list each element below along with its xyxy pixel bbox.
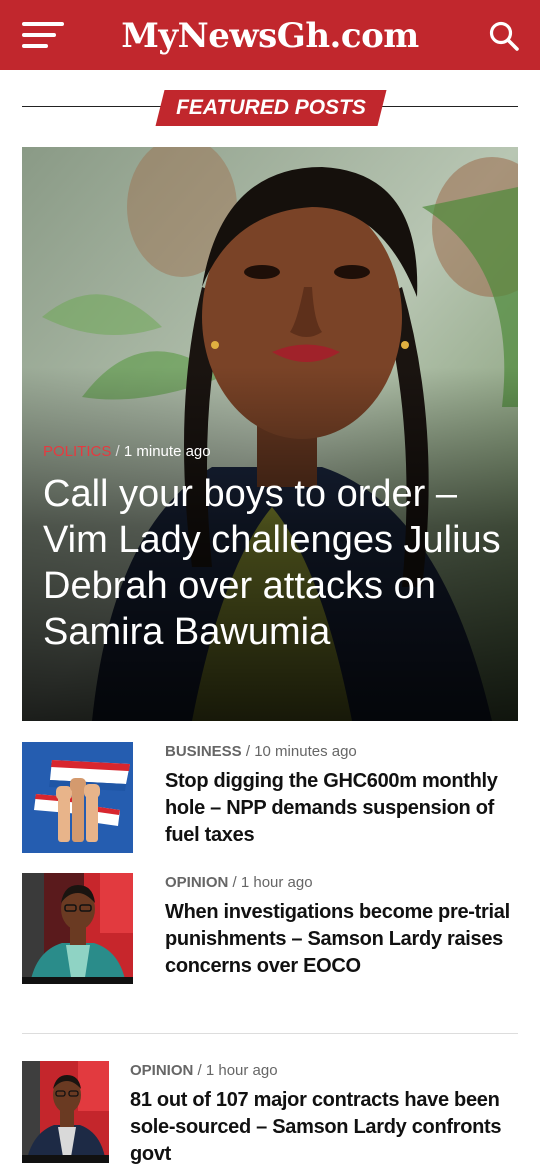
top-header: MyNewsGh.com: [0, 0, 540, 70]
hero-title[interactable]: Call your boys to order – Vim Lady chall…: [43, 471, 503, 655]
post-meta-separator: /: [232, 874, 237, 891]
hero-time: 1 minute ago: [123, 443, 211, 460]
post-thumbnail-npp-fists: [22, 742, 133, 853]
post-body: OPINION / 1 hour ago When investigations…: [165, 873, 518, 980]
post-body: BUSINESS / 10 minutes ago Stop digging t…: [165, 742, 518, 849]
logo-text: MyNewsGh.com: [121, 16, 419, 56]
post-meta: OPINION / 1 hour ago: [130, 1061, 518, 1081]
hero-meta-separator: /: [115, 443, 120, 460]
post-category[interactable]: OPINION: [165, 874, 228, 891]
post-item[interactable]: BUSINESS / 10 minutes ago Stop digging t…: [22, 742, 518, 854]
post-meta: OPINION / 1 hour ago: [165, 873, 518, 893]
hero-meta: POLITICS / 1 minute ago: [43, 443, 211, 460]
post-title[interactable]: When investigations become pre-trial pun…: [165, 899, 518, 980]
post-title[interactable]: Stop digging the GHC600m monthly hole – …: [165, 768, 518, 849]
post-thumbnail-samson-lardy-2: [22, 1061, 109, 1163]
featured-hero-post[interactable]: POLITICS / 1 minute ago Call your boys t…: [22, 147, 518, 721]
post-thumbnail-samson-lardy: [22, 873, 133, 984]
post-item[interactable]: OPINION / 1 hour ago When investigations…: [22, 873, 518, 985]
post-time: 10 minutes ago: [254, 743, 357, 760]
search-icon[interactable]: [488, 20, 520, 52]
post-meta-separator: /: [197, 1062, 202, 1079]
post-time: 1 hour ago: [205, 1062, 278, 1079]
post-meta: BUSINESS / 10 minutes ago: [165, 742, 518, 762]
post-time: 1 hour ago: [240, 874, 313, 891]
section-divider: [22, 1033, 518, 1034]
site-logo[interactable]: MyNewsGh.com: [100, 12, 440, 60]
featured-posts-label: FEATURED POSTS: [176, 96, 366, 119]
hamburger-menu-icon[interactable]: [22, 22, 66, 50]
post-title[interactable]: 81 out of 107 major contracts have been …: [130, 1087, 518, 1168]
post-body: OPINION / 1 hour ago 81 out of 107 major…: [130, 1061, 518, 1168]
post-item[interactable]: OPINION / 1 hour ago 81 out of 107 major…: [22, 1061, 518, 1165]
post-meta-separator: /: [245, 743, 251, 760]
post-category[interactable]: OPINION: [130, 1062, 193, 1079]
hero-category[interactable]: POLITICS: [43, 443, 111, 460]
post-category[interactable]: BUSINESS: [165, 743, 242, 760]
